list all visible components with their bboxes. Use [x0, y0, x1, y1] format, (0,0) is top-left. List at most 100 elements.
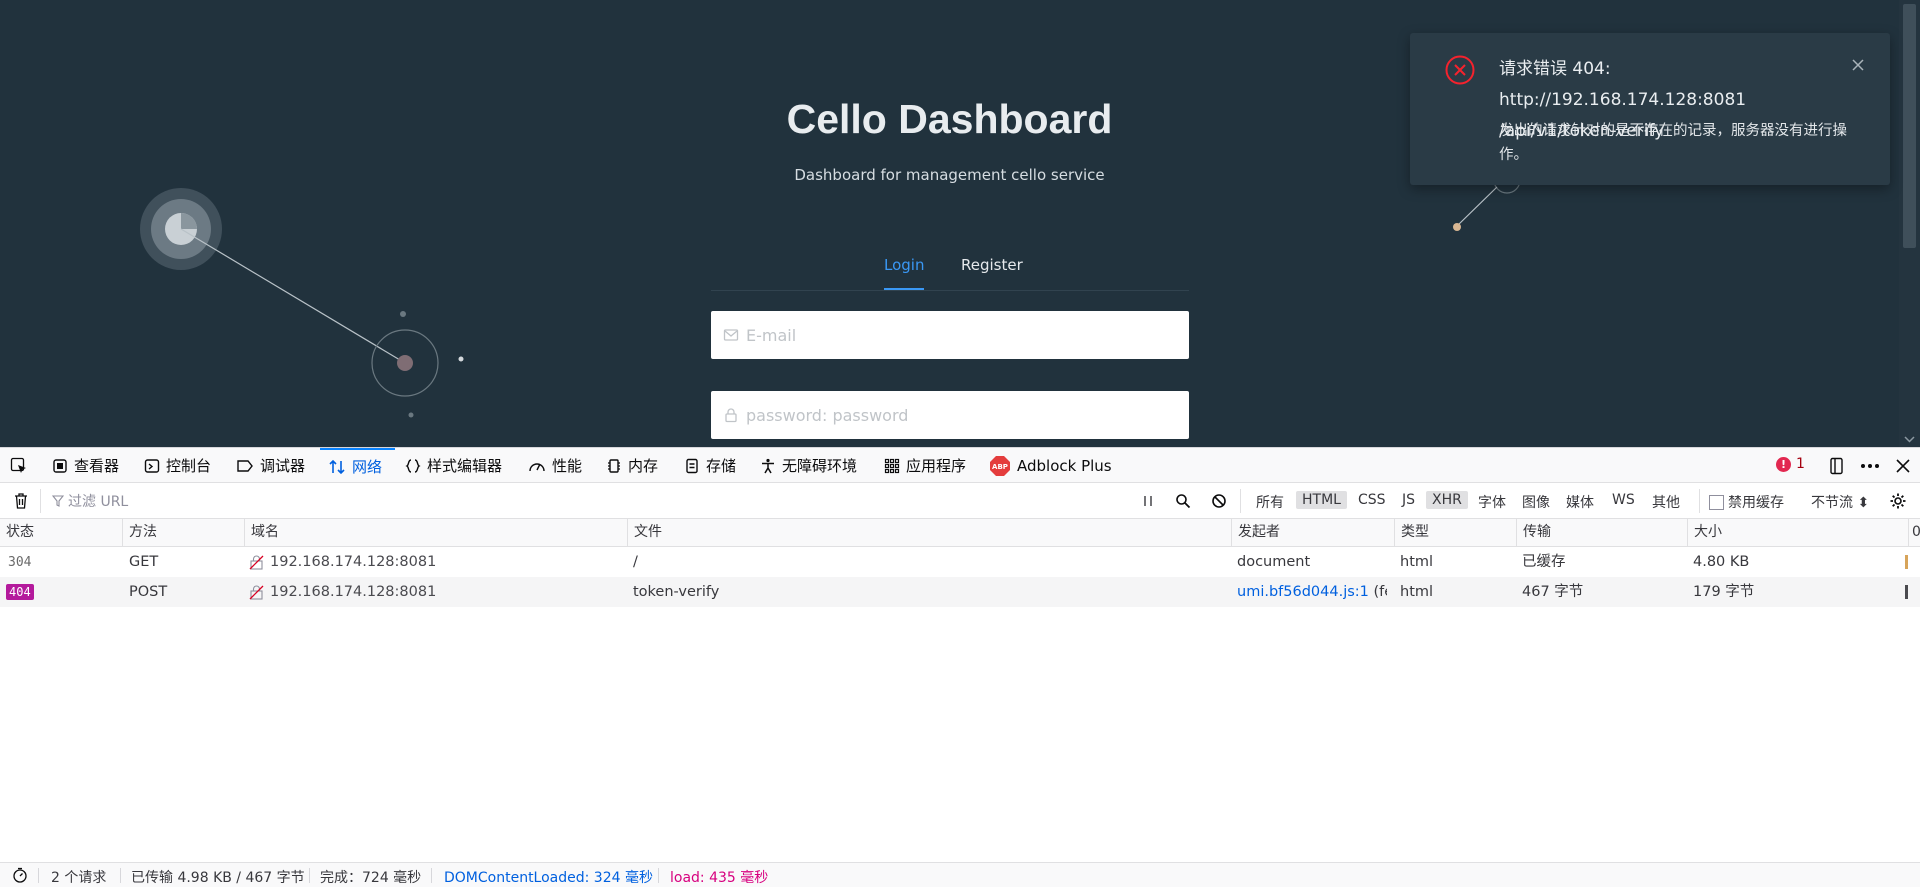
tab-storage[interactable]: 存储	[684, 448, 736, 483]
error-count-badge[interactable]: ! 1	[1776, 456, 1805, 472]
settings-gear-icon[interactable]	[1889, 492, 1907, 510]
column-transferred[interactable]: 传输	[1516, 519, 1687, 546]
initiator-link[interactable]: umi.bf56d044.js:1	[1237, 584, 1369, 600]
filter-all[interactable]: 所有	[1250, 491, 1290, 513]
tab-label: 调试器	[260, 457, 306, 475]
tab-network[interactable]: 网络	[320, 448, 395, 483]
table-row[interactable]: 404 POST 192.168.174.128:8081 token-veri…	[0, 577, 1920, 607]
disable-cache-checkbox[interactable]	[1709, 494, 1724, 510]
request-type: html	[1400, 584, 1434, 600]
password-input[interactable]	[744, 404, 1189, 426]
error-count: 1	[1796, 456, 1805, 472]
insecure-connection-icon	[249, 585, 264, 600]
waterfall-bar	[1905, 585, 1908, 599]
password-field[interactable]	[711, 391, 1189, 439]
network-filter-bar: 所有 HTML CSS JS XHR 字体 图像 媒体 WS 其他 禁用缓存 不…	[0, 483, 1920, 519]
filter-xhr[interactable]: XHR	[1426, 491, 1468, 509]
request-method: GET	[129, 554, 159, 570]
column-status[interactable]: 状态	[0, 519, 122, 546]
performance-icon	[529, 462, 545, 471]
page-scrollbar-thumb[interactable]	[1903, 4, 1916, 248]
filter-fonts[interactable]: 字体	[1472, 491, 1512, 513]
tab-adblock-plus[interactable]: ABP Adblock Plus	[989, 448, 1112, 483]
lock-icon	[725, 408, 737, 423]
filter-other[interactable]: 其他	[1646, 491, 1686, 513]
accessibility-icon	[762, 458, 774, 473]
email-input[interactable]	[744, 324, 1189, 346]
page-scrollbar[interactable]	[1899, 0, 1920, 447]
tab-inspector[interactable]: 查看器	[52, 448, 119, 483]
tab-debugger[interactable]: 调试器	[236, 448, 305, 483]
tab-style-editor[interactable]: 样式编辑器	[405, 448, 502, 483]
tab-console[interactable]: 控制台	[144, 448, 211, 483]
scroll-down-icon[interactable]	[1903, 434, 1916, 444]
column-type[interactable]: 类型	[1394, 519, 1516, 546]
request-domain: 192.168.174.128:8081	[249, 577, 624, 607]
status-code: 304	[8, 555, 32, 570]
network-icon	[329, 459, 345, 474]
memory-icon	[608, 458, 620, 473]
notification-title-line: 请求错误 404: http://192.168.174.128:8081	[1499, 59, 1747, 110]
filter-url-input[interactable]	[48, 489, 1146, 515]
disable-cache-toggle[interactable]: 禁用缓存	[1709, 492, 1784, 512]
filter-images[interactable]: 图像	[1516, 491, 1556, 513]
column-waterfall[interactable]: 0	[1908, 519, 1920, 546]
finish-time: 完成：724 毫秒	[320, 870, 422, 886]
tab-accessibility[interactable]: 无障碍环境	[760, 448, 857, 483]
table-row[interactable]: 304 GET 192.168.174.128:8081 / document …	[0, 547, 1920, 577]
auth-tabs: Login Register	[711, 250, 1189, 291]
error-icon: !	[1776, 456, 1791, 472]
debugger-icon	[237, 459, 253, 472]
timer-icon	[13, 867, 27, 883]
tab-application[interactable]: 应用程序	[884, 448, 966, 483]
filter-css[interactable]: CSS	[1352, 491, 1392, 509]
element-picker-icon[interactable]	[10, 457, 28, 475]
divider	[1699, 489, 1700, 513]
inspector-icon	[53, 458, 67, 473]
filter-html[interactable]: HTML	[1296, 491, 1347, 509]
search-icon[interactable]	[1175, 493, 1191, 509]
tab-label: 无障碍环境	[782, 457, 858, 475]
error-circle-icon	[1445, 55, 1475, 85]
adblock-icon: ABP	[990, 455, 1010, 476]
column-size[interactable]: 大小	[1687, 519, 1908, 546]
mail-icon	[723, 329, 739, 341]
request-method: POST	[129, 584, 168, 600]
tab-label: 应用程序	[906, 457, 967, 475]
block-icon[interactable]	[1211, 493, 1227, 509]
notification-description: 发出的请求针对的是不存在的记录，服务器没有进行操作。	[1499, 123, 1847, 163]
style-editor-icon	[405, 458, 421, 473]
trash-icon[interactable]	[13, 492, 29, 510]
initiator-extra: (fe...	[1373, 584, 1388, 600]
more-options-icon[interactable]	[1860, 457, 1880, 475]
close-devtools-icon[interactable]	[1895, 458, 1911, 474]
column-initiator[interactable]: 发起者	[1231, 519, 1394, 546]
request-transferred: 467 字节	[1522, 584, 1584, 600]
request-size: 4.80 KB	[1693, 554, 1750, 570]
column-file[interactable]: 文件	[627, 519, 1231, 546]
tab-memory[interactable]: 内存	[606, 448, 658, 483]
tab-register[interactable]: Register	[961, 256, 1023, 288]
divider	[1240, 489, 1241, 513]
tab-label: 网络	[352, 458, 383, 476]
network-status-bar: 2 个请求 已传输 4.98 KB / 467 字节 完成：724 毫秒 DOM…	[0, 862, 1920, 887]
tab-performance[interactable]: 性能	[528, 448, 582, 483]
request-domain: 192.168.174.128:8081	[249, 547, 624, 577]
close-icon[interactable]	[1850, 57, 1866, 73]
dock-icon[interactable]	[1829, 457, 1847, 475]
tab-login[interactable]: Login	[884, 256, 925, 290]
request-file: token-verify	[633, 584, 720, 600]
divider	[38, 868, 39, 883]
filter-js[interactable]: JS	[1396, 491, 1421, 509]
email-field[interactable]	[711, 311, 1189, 359]
column-method[interactable]: 方法	[122, 519, 244, 546]
throttling-select[interactable]: 不节流 ⬍	[1811, 492, 1869, 512]
filter-ws[interactable]: WS	[1606, 491, 1641, 509]
svg-text:ABP: ABP	[992, 463, 1008, 471]
tab-label: 内存	[628, 457, 659, 475]
column-domain[interactable]: 域名	[244, 519, 627, 546]
waterfall-bar	[1905, 555, 1908, 569]
filter-media[interactable]: 媒体	[1560, 491, 1600, 513]
storage-icon	[686, 458, 698, 473]
pause-icon[interactable]	[1141, 494, 1155, 508]
